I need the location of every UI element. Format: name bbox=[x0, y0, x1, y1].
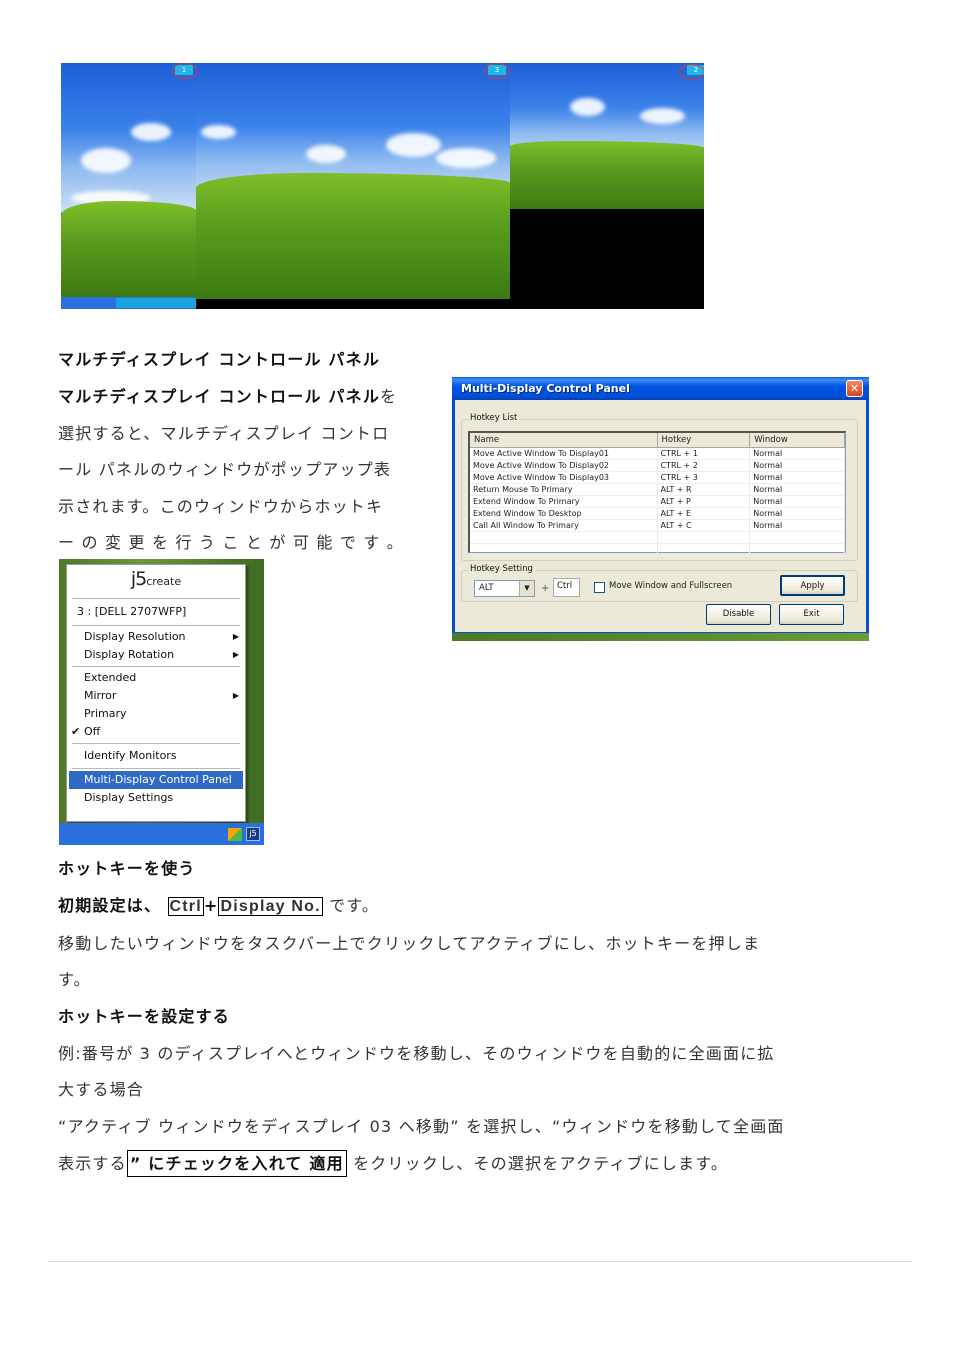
menu-item-mirror[interactable]: Mirror ▶ bbox=[67, 687, 245, 705]
text: をクリックし、その選択をアクティブにします。 bbox=[346, 1154, 729, 1173]
disable-button[interactable]: Disable bbox=[706, 604, 771, 625]
text: を bbox=[380, 387, 398, 406]
key-display-no: Display No. bbox=[218, 897, 323, 916]
monitor-highlight-circle bbox=[679, 64, 704, 80]
menu-separator bbox=[72, 666, 240, 667]
close-button[interactable]: ✕ bbox=[846, 380, 863, 397]
key-input[interactable]: Ctrl bbox=[553, 578, 580, 597]
paragraph-line: 移動したいウィンドウをタスクバー上でクリックしてアクティブにし、ホットキーを押し… bbox=[58, 934, 761, 953]
menu-item-display-name[interactable]: 3 : [DELL 2707WFP] bbox=[67, 601, 245, 623]
monitor-1-desktop bbox=[61, 63, 196, 309]
list-header: Name Hotkey Window bbox=[470, 433, 845, 448]
chevron-down-icon[interactable]: ▼ bbox=[519, 581, 534, 596]
empty-row bbox=[470, 544, 845, 556]
j5create-logo: j5create bbox=[130, 568, 182, 590]
hotkey-list[interactable]: Name Hotkey Window Move Active Window To… bbox=[468, 431, 846, 556]
table-row[interactable]: Call All Window To Primary ALT + C Normal bbox=[470, 520, 845, 532]
column-header-hotkey[interactable]: Hotkey bbox=[658, 433, 751, 447]
tray-context-menu-screenshot: j5create 3 : [DELL 2707WFP] Display Reso… bbox=[59, 559, 264, 845]
paragraph-line: 例:番号が 3 のディスプレイへとウィンドウを移動し、そのウィンドウを自動的に全… bbox=[58, 1044, 775, 1063]
dialog-title: Multi-Display Control Panel bbox=[461, 382, 630, 395]
table-row[interactable]: Move Active Window To Display03 CTRL + 3N… bbox=[470, 472, 845, 484]
table-row[interactable]: Extend Window To Primary ALT + P Normal bbox=[470, 496, 845, 508]
checkmark-icon: ✔ bbox=[71, 725, 81, 738]
group-label: Hotkey List bbox=[468, 413, 520, 423]
submenu-arrow-icon: ▶ bbox=[232, 650, 239, 659]
section-heading: マルチディスプレイ コントロール パネル bbox=[58, 350, 381, 369]
system-tray bbox=[116, 298, 196, 308]
monitor-highlight-circle bbox=[172, 63, 198, 79]
footer-divider bbox=[48, 1261, 912, 1262]
paragraph-line: 選択すると、マルチディスプレイ コントロ bbox=[58, 424, 390, 443]
multi-display-control-panel-dialog: Multi-Display Control Panel ✕ Hotkey Lis… bbox=[452, 377, 869, 635]
tray-context-menu: j5create 3 : [DELL 2707WFP] Display Reso… bbox=[66, 564, 246, 822]
exit-button[interactable]: Exit bbox=[779, 604, 844, 625]
paragraph-line: ー の 変 更 を 行 う こ と が 可 能 で す 。 bbox=[58, 533, 405, 552]
apply-button[interactable]: Apply bbox=[780, 575, 845, 596]
empty-row bbox=[470, 532, 845, 544]
default-label: 初期設定は、 bbox=[58, 896, 162, 915]
column-header-window[interactable]: Window bbox=[750, 433, 845, 447]
menu-item-multi-display-control-panel[interactable]: Multi-Display Control Panel bbox=[69, 771, 243, 789]
control-panel-dialog-screenshot: Multi-Display Control Panel ✕ Hotkey Lis… bbox=[452, 377, 869, 641]
paragraph-line: す。 bbox=[58, 970, 91, 989]
checkbox-label: Move Window and Fullscreen bbox=[609, 581, 733, 591]
group-label: Hotkey Setting bbox=[468, 564, 535, 574]
hotkey-list-group: Hotkey List Name Hotkey Window Move Acti… bbox=[461, 413, 858, 561]
paragraph-line: マルチディスプレイ コントロール パネルを bbox=[58, 383, 397, 407]
column-header-name[interactable]: Name bbox=[470, 433, 658, 447]
menu-item-display-resolution[interactable]: Display Resolution ▶ bbox=[67, 628, 245, 646]
dialog-titlebar[interactable]: Multi-Display Control Panel ✕ bbox=[452, 377, 869, 400]
text: 表示する bbox=[58, 1154, 127, 1173]
text: です。 bbox=[329, 896, 380, 915]
tray-app-icon[interactable] bbox=[228, 828, 242, 841]
menu-item-identify-monitors[interactable]: Identify Monitors bbox=[67, 746, 245, 766]
paragraph-line: “アクティブ ウィンドウをディスプレイ 03 へ移動” を選択し、“ウィンドウを… bbox=[58, 1117, 785, 1136]
plus-sign: + bbox=[203, 896, 219, 915]
submenu-arrow-icon: ▶ bbox=[232, 691, 239, 700]
key-ctrl: Ctrl bbox=[167, 897, 204, 916]
paragraph-line: 大する場合 bbox=[58, 1080, 145, 1099]
close-icon: ✕ bbox=[849, 382, 860, 395]
boxed-instruction: ” にチェックを入れて 適用 bbox=[126, 1150, 347, 1177]
section-heading: ホットキーを使う bbox=[58, 859, 196, 878]
menu-separator bbox=[72, 743, 240, 744]
monitor-2-desktop bbox=[510, 63, 704, 309]
section-heading: ホットキーを設定する bbox=[58, 1007, 231, 1026]
monitor-highlight-circle bbox=[484, 63, 510, 79]
bold-term: マルチディスプレイ コントロール パネル bbox=[58, 387, 381, 406]
table-row[interactable]: Move Active Window To Display01 CTRL + 1N… bbox=[470, 448, 845, 460]
default-hotkey-line: 初期設定は、 Ctrl + Display No. です。 bbox=[58, 892, 379, 916]
multi-monitor-desktop-screenshot: 1 3 2 bbox=[61, 63, 704, 309]
submenu-arrow-icon: ▶ bbox=[232, 632, 239, 641]
menu-item-primary[interactable]: Primary bbox=[67, 705, 245, 723]
menu-separator bbox=[72, 768, 240, 769]
monitor-3-desktop bbox=[196, 63, 510, 309]
menu-separator bbox=[72, 598, 240, 599]
menu-item-off[interactable]: ✔ Off bbox=[67, 723, 245, 741]
plus-sign: + bbox=[541, 583, 550, 594]
menu-item-display-settings[interactable]: Display Settings bbox=[67, 789, 245, 807]
menu-item-display-rotation[interactable]: Display Rotation ▶ bbox=[67, 646, 245, 664]
table-row[interactable]: Return Mouse To Primary ALT + R Normal bbox=[470, 484, 845, 496]
hotkey-setting-group: Hotkey Setting ALT ▼ + Ctrl Move Window … bbox=[461, 564, 858, 602]
table-row[interactable]: Extend Window To Desktop ALT + E Normal bbox=[470, 508, 845, 520]
modifier-dropdown[interactable]: ALT ▼ bbox=[474, 580, 535, 597]
menu-separator bbox=[72, 625, 240, 626]
move-fullscreen-checkbox[interactable] bbox=[594, 582, 605, 593]
paragraph-line: 示されます。このウィンドウからホットキ bbox=[58, 497, 384, 516]
taskbar: j5 bbox=[59, 823, 264, 845]
j5create-tray-icon[interactable]: j5 bbox=[246, 827, 260, 841]
modifier-value: ALT bbox=[479, 583, 494, 593]
table-row[interactable]: Move Active Window To Display02 CTRL + 2N… bbox=[470, 460, 845, 472]
paragraph-line: ール パネルのウィンドウがポップアップ表 bbox=[58, 460, 392, 479]
paragraph-line: 表示する” にチェックを入れて 適用 をクリックし、その選択をアクティブにします… bbox=[58, 1150, 729, 1177]
menu-item-extended[interactable]: Extended bbox=[67, 669, 245, 687]
